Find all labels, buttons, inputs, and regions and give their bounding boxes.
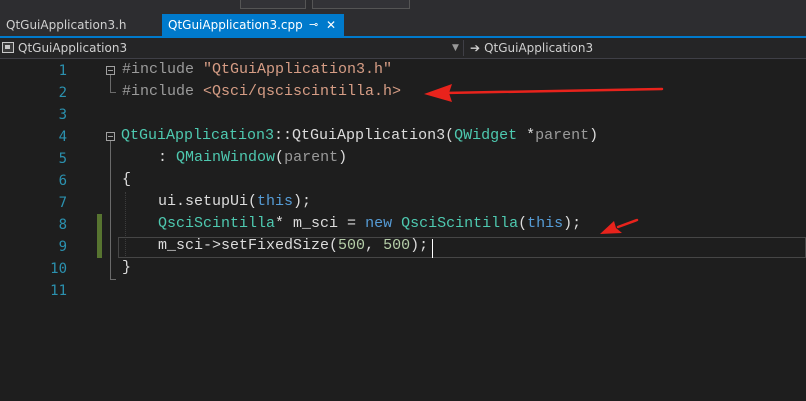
- annotation-arrow: [600, 218, 639, 234]
- tab-label: QtGuiApplication3.h: [6, 18, 127, 32]
- close-icon[interactable]: ✕: [326, 14, 336, 36]
- annotation-overlay: [424, 84, 664, 234]
- navbar-divider: [463, 40, 464, 56]
- tab-source-file[interactable]: QtGuiApplication3.cpp ⊸ ✕: [162, 14, 344, 36]
- tab-label: QtGuiApplication3.cpp: [168, 18, 303, 32]
- code-editor[interactable]: 1 2 3 4 5 6 7 8 9 10 11 #include "QtGuiA…: [0, 59, 806, 401]
- member-dropdown[interactable]: ➔ QtGuiApplication3: [470, 38, 593, 58]
- arrow-right-icon: ➔: [470, 41, 481, 55]
- toolbar-combo[interactable]: [312, 0, 410, 9]
- scope-dropdown[interactable]: QtGuiApplication3 ▼: [0, 38, 462, 58]
- class-icon: [2, 42, 14, 53]
- navigation-bar: QtGuiApplication3 ▼ ➔ QtGuiApplication3: [0, 38, 806, 59]
- chevron-down-icon[interactable]: ▼: [452, 38, 459, 58]
- document-tab-bar: QtGuiApplication3.h QtGuiApplication3.cp…: [0, 10, 806, 38]
- pin-icon[interactable]: ⊸: [309, 14, 318, 36]
- annotation-arrow: [424, 84, 664, 102]
- scope-label: QtGuiApplication3: [18, 41, 128, 55]
- member-label: QtGuiApplication3: [484, 41, 594, 55]
- toolbar-combo[interactable]: [240, 0, 306, 9]
- tab-header-file[interactable]: QtGuiApplication3.h: [0, 14, 133, 36]
- toolbar-strip: [0, 0, 806, 10]
